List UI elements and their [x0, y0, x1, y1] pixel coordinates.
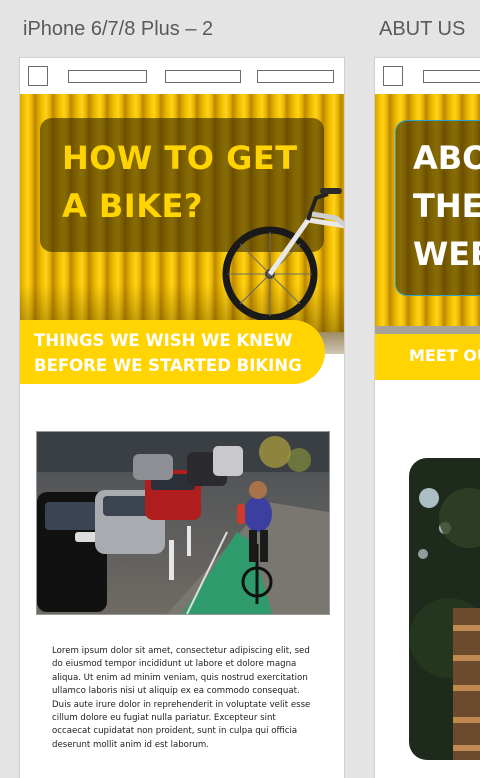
nav-link-placeholder-2-1[interactable]	[423, 70, 480, 83]
nav-bar	[20, 58, 344, 94]
artboard-1[interactable]: HOW TO GET A BIKE? THINGS WE WISH WE KNE…	[20, 58, 344, 778]
subtitle-text: THINGS WE WISH WE KNEW BEFORE WE STARTED…	[34, 328, 324, 378]
hero-image-2: ABO THE WEE	[375, 94, 480, 326]
hero-heading-2: ABO THE WEE	[413, 134, 480, 278]
hero-heading: HOW TO GET A BIKE?	[62, 134, 322, 230]
hero-image: HOW TO GET A BIKE?	[20, 94, 344, 354]
nav-link-placeholder-3[interactable]	[257, 70, 334, 83]
team-photo	[409, 458, 480, 760]
artboard-1-title[interactable]: iPhone 6/7/8 Plus – 2	[23, 18, 213, 41]
subtitle-text-2: MEET OU	[409, 346, 480, 365]
artboard-2-title[interactable]: ABUT US	[379, 18, 465, 41]
hero-heading-line-2: A BIKE?	[62, 187, 203, 225]
logo-placeholder-2[interactable]	[383, 66, 403, 86]
cyclist-photo	[36, 431, 330, 615]
subtitle-banner: THINGS WE WISH WE KNEW BEFORE WE STARTED…	[20, 320, 325, 384]
nav-link-placeholder-2[interactable]	[165, 70, 241, 83]
nav-link-placeholder-1[interactable]	[68, 70, 147, 83]
hero2-heading-line-2: THE	[413, 187, 480, 225]
hero-heading-line-1: HOW TO GET	[62, 139, 298, 177]
hero2-heading-line-1: ABO	[413, 139, 480, 177]
body-paragraph: Lorem ipsum dolor sit amet, consectetur …	[52, 646, 311, 750]
logo-placeholder[interactable]	[28, 66, 48, 86]
artboard-2[interactable]: ABO THE WEE MEET OU	[375, 58, 480, 778]
subtitle-line-2: BEFORE WE STARTED BIKING	[34, 356, 302, 375]
hero2-heading-line-3: WEE	[413, 235, 480, 273]
nav-bar-2	[375, 58, 480, 94]
subtitle-line-1: THINGS WE WISH WE KNEW	[34, 331, 293, 350]
